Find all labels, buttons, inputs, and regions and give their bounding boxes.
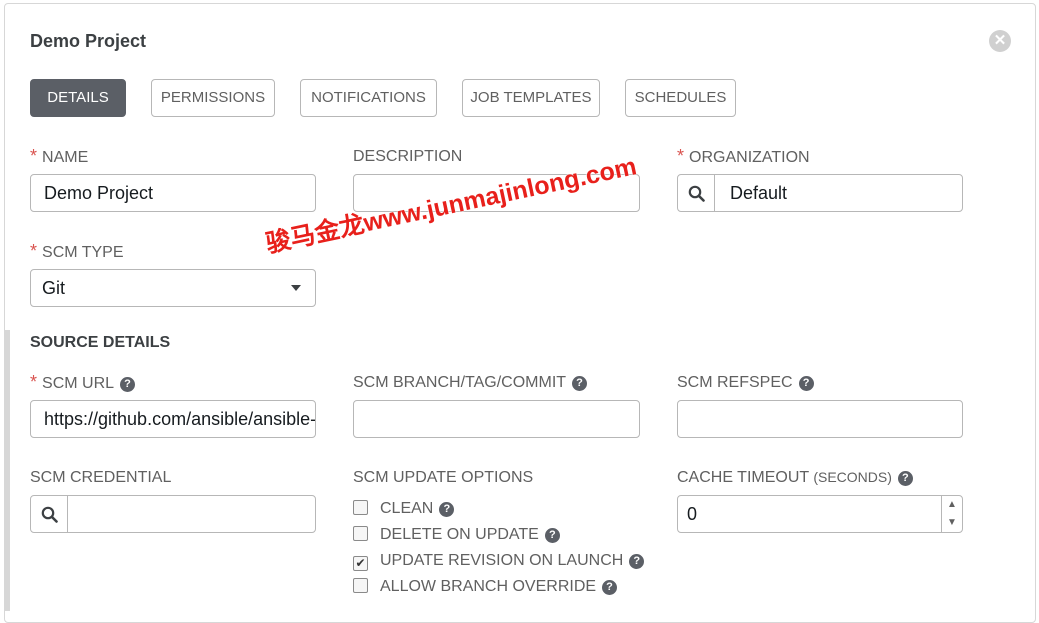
help-icon[interactable]: ?: [544, 528, 560, 543]
close-icon[interactable]: ✕: [989, 30, 1011, 52]
required-asterisk: *: [30, 146, 38, 166]
tab-permissions[interactable]: PERMISSIONS: [151, 79, 275, 117]
help-icon[interactable]: ?: [798, 376, 814, 391]
chevron-up-icon[interactable]: ▲: [942, 496, 962, 514]
help-icon[interactable]: ?: [572, 376, 588, 391]
name-label: * NAME: [30, 146, 89, 166]
update-revision-checkbox[interactable]: ✔: [353, 556, 368, 571]
scm-credential-lookup[interactable]: [30, 495, 316, 533]
help-icon[interactable]: ?: [120, 377, 136, 392]
option-clean[interactable]: CLEAN?: [353, 500, 455, 518]
name-input[interactable]: Demo Project: [30, 174, 316, 212]
search-icon[interactable]: [31, 496, 68, 532]
scm-refspec-input[interactable]: [677, 400, 963, 438]
scm-update-options-label: SCM UPDATE OPTIONS: [353, 469, 534, 486]
tab-notifications[interactable]: NOTIFICATIONS: [300, 79, 437, 117]
required-asterisk: *: [30, 372, 38, 392]
cache-timeout-input[interactable]: 0 ▲ ▼: [677, 495, 963, 533]
clean-checkbox[interactable]: [353, 500, 368, 515]
option-update-revision-on-launch[interactable]: ✔ UPDATE REVISION ON LAUNCH?: [353, 552, 645, 571]
scm-type-select[interactable]: Git: [30, 269, 316, 307]
scm-type-label: * SCM TYPE: [30, 241, 124, 261]
scrollbar-track[interactable]: [4, 330, 10, 611]
delete-on-update-checkbox[interactable]: [353, 526, 368, 541]
organization-lookup[interactable]: Default: [677, 174, 963, 212]
scm-type-value: Git: [42, 278, 66, 298]
scm-url-label: * SCM URL?: [30, 372, 136, 393]
organization-value: Default: [730, 183, 788, 203]
help-icon[interactable]: ?: [439, 502, 455, 517]
scm-url-input[interactable]: https://github.com/ansible/ansible-tower…: [30, 400, 316, 438]
source-details-heading: SOURCE DETAILS: [30, 334, 171, 351]
tab-job-templates[interactable]: JOB TEMPLATES: [462, 79, 600, 117]
description-label: DESCRIPTION: [353, 148, 463, 165]
scm-credential-label: SCM CREDENTIAL: [30, 469, 172, 486]
option-allow-branch-override[interactable]: ALLOW BRANCH OVERRIDE?: [353, 578, 618, 596]
scm-refspec-label: SCM REFSPEC?: [677, 374, 814, 392]
chevron-down-icon[interactable]: ▼: [942, 514, 962, 532]
tab-schedules[interactable]: SCHEDULES: [625, 79, 736, 117]
cache-timeout-value: 0: [687, 504, 698, 524]
organization-label: * ORGANIZATION: [677, 146, 810, 166]
option-delete-on-update[interactable]: DELETE ON UPDATE?: [353, 526, 560, 544]
required-asterisk: *: [30, 241, 38, 261]
allow-branch-override-checkbox[interactable]: [353, 578, 368, 593]
number-spinner[interactable]: ▲ ▼: [941, 496, 962, 532]
help-icon[interactable]: ?: [897, 471, 913, 486]
cache-timeout-label: CACHE TIMEOUT (SECONDS)?: [677, 469, 913, 487]
scm-branch-label: SCM BRANCH/TAG/COMMIT?: [353, 374, 588, 392]
required-asterisk: *: [677, 146, 685, 166]
chevron-down-icon: [291, 285, 301, 291]
modal-title: Demo Project: [30, 31, 147, 51]
help-icon[interactable]: ?: [602, 580, 618, 595]
search-icon[interactable]: [678, 175, 715, 211]
tab-details[interactable]: DETAILS: [30, 79, 126, 117]
scm-branch-input[interactable]: [353, 400, 640, 438]
help-icon[interactable]: ?: [629, 554, 645, 569]
